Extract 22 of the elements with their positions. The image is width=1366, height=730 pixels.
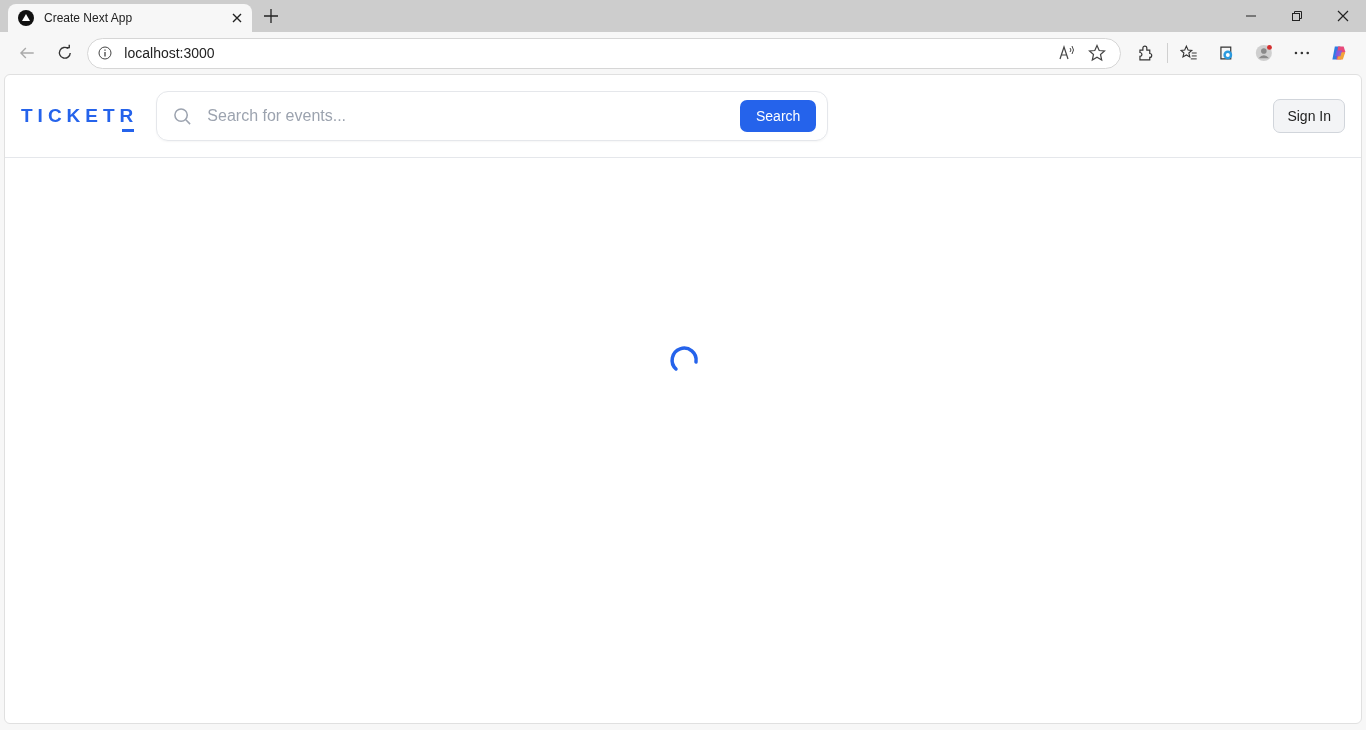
restore-icon[interactable] [1291,10,1303,22]
address-bar[interactable]: localhost:3000 [87,37,1121,69]
info-icon [98,46,113,60]
search-button[interactable]: Search [739,100,817,132]
logo[interactable]: TICKETR [21,105,139,126]
read-aloud-icon[interactable] [1057,44,1076,62]
sign-in-button[interactable]: Sign In [1273,99,1345,133]
browser-tab[interactable]: Create Next App [8,4,252,32]
star-icon[interactable] [1087,44,1106,62]
url-text: localhost:3000 [124,45,215,61]
close-icon[interactable] [232,13,242,23]
plus-icon[interactable] [264,9,278,23]
logo-underline [122,129,135,132]
close-icon[interactable] [1337,10,1349,22]
favorites-icon[interactable] [1179,44,1198,62]
puzzle-icon[interactable] [1136,44,1155,62]
copilot-icon[interactable] [1330,44,1348,62]
search-icon [173,106,193,126]
tab-title: Create Next App [44,11,134,25]
avatar-icon[interactable] [1254,44,1273,62]
search-field[interactable]: Search for events... Search [156,91,829,141]
collections-icon[interactable] [1217,44,1235,62]
